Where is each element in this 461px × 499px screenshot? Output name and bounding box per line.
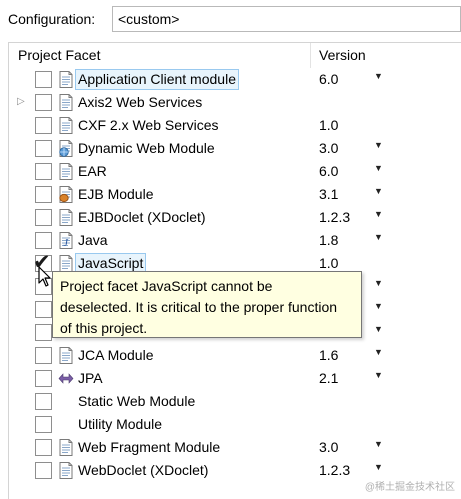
table-row[interactable]: CXF 2.x Web Services 1.0 [9, 114, 461, 137]
column-divider[interactable] [310, 43, 311, 68]
facet-version[interactable]: 6.0 [319, 71, 338, 87]
column-header-project-facet[interactable]: Project Facet [18, 47, 100, 63]
facet-checkbox[interactable] [35, 324, 52, 341]
watermark: @稀土掘金技术社区 [364, 482, 455, 493]
page-icon [59, 347, 73, 364]
facet-version[interactable]: 3.0 [319, 439, 338, 455]
facet-name: Axis2 Web Services [78, 94, 203, 110]
configuration-select[interactable]: <custom> [112, 6, 461, 32]
facet-name: Utility Module [78, 416, 163, 432]
facet-name: Java [78, 232, 108, 248]
version-dropdown-icon[interactable]: ▼ [374, 462, 383, 472]
facet-checkbox[interactable] [35, 301, 52, 318]
facet-name: EAR [78, 163, 107, 179]
table-header: Project Facet Version [9, 43, 461, 68]
table-row[interactable]: JPA 2.1 ▼ [9, 367, 461, 390]
facet-version[interactable]: 3.1 [319, 186, 338, 202]
version-dropdown-icon[interactable]: ▼ [374, 71, 383, 81]
expand-arrow-icon[interactable]: ▷ [17, 96, 27, 108]
page-icon [59, 163, 73, 180]
facet-checkbox[interactable] [35, 416, 52, 433]
facet-checkbox[interactable] [35, 370, 52, 387]
page-icon [59, 462, 73, 479]
page-icon [59, 117, 73, 134]
facet-name: Web Fragment Module [78, 439, 221, 455]
facet-checkbox[interactable] [35, 209, 52, 226]
table-row[interactable]: EAR 6.0 ▼ [9, 160, 461, 183]
facet-checkbox[interactable] [35, 163, 52, 180]
facet-version[interactable]: 1.6 [319, 347, 338, 363]
mouse-cursor-icon [38, 266, 51, 287]
version-dropdown-icon[interactable]: ▼ [374, 209, 383, 219]
version-dropdown-icon[interactable]: ▼ [374, 347, 383, 357]
jpa-icon [58, 373, 74, 384]
table-row[interactable]: EJB Module 3.1 ▼ [9, 183, 461, 206]
version-dropdown-icon[interactable]: ▼ [374, 370, 383, 380]
facet-checkbox[interactable] [35, 71, 52, 88]
version-dropdown-icon[interactable]: ▼ [374, 324, 383, 334]
configuration-label: Configuration: [8, 11, 96, 27]
facet-checkbox[interactable] [35, 232, 52, 249]
facet-version[interactable]: 1.2.3 [319, 462, 350, 478]
facet-checkbox[interactable] [35, 439, 52, 456]
table-row[interactable]: ▷ Axis2 Web Services [9, 91, 461, 114]
facet-name: JCA Module [78, 347, 154, 363]
tooltip-line: Project facet JavaScript cannot be [60, 278, 273, 294]
version-dropdown-icon[interactable]: ▼ [374, 140, 383, 150]
configuration-row: Configuration: <custom> [0, 0, 461, 40]
bean-page-icon [59, 186, 73, 203]
facet-name: Application Client module [75, 69, 239, 90]
facet-name: JPA [78, 370, 103, 386]
facet-name: CXF 2.x Web Services [78, 117, 219, 133]
facet-checkbox[interactable] [35, 393, 52, 410]
table-row[interactable]: Utility Module [9, 413, 461, 436]
page-icon [59, 439, 73, 456]
svg-text:J: J [64, 238, 69, 249]
facet-version[interactable]: 1.2.3 [319, 209, 350, 225]
column-header-version[interactable]: Version [319, 47, 366, 63]
version-dropdown-icon[interactable]: ▼ [374, 186, 383, 196]
facet-name: Static Web Module [78, 393, 196, 409]
table-row[interactable]: JCA Module 1.6 ▼ [9, 344, 461, 367]
globe-page-icon [59, 140, 73, 157]
facet-checkbox[interactable] [35, 347, 52, 364]
facet-name: EJBDoclet (XDoclet) [78, 209, 206, 225]
table-row[interactable]: Application Client module 6.0 ▼ [9, 68, 461, 91]
tooltip-line: deselected. It is critical to the proper… [60, 299, 338, 315]
tooltip-line: of this project. [60, 320, 148, 336]
facet-name: EJB Module [78, 186, 154, 202]
facet-version[interactable]: 2.1 [319, 370, 338, 386]
version-dropdown-icon[interactable]: ▼ [374, 163, 383, 173]
version-dropdown-icon[interactable]: ▼ [374, 278, 383, 288]
version-dropdown-icon[interactable]: ▼ [374, 232, 383, 242]
facet-checkbox[interactable] [35, 117, 52, 134]
facet-version: 1.0 [319, 117, 339, 133]
table-row[interactable]: Web Fragment Module 3.0 ▼ [9, 436, 461, 459]
facet-checkbox[interactable] [35, 462, 52, 479]
facet-version: 1.0 [319, 255, 339, 271]
facet-checkbox[interactable] [35, 140, 52, 157]
facet-checkbox[interactable] [35, 94, 52, 111]
page-icon [59, 209, 73, 226]
facet-version[interactable]: 3.0 [319, 140, 338, 156]
table-row[interactable]: Static Web Module [9, 390, 461, 413]
facet-name: WebDoclet (XDoclet) [78, 462, 209, 478]
tooltip: Project facet JavaScript cannot be desel… [52, 271, 362, 338]
page-icon [59, 71, 73, 88]
page-icon [59, 255, 73, 272]
table-row[interactable]: Dynamic Web Module 3.0 ▼ [9, 137, 461, 160]
version-dropdown-icon[interactable]: ▼ [374, 439, 383, 449]
table-row[interactable]: EJBDoclet (XDoclet) 1.2.3 ▼ [9, 206, 461, 229]
facet-name: Dynamic Web Module [78, 140, 215, 156]
facet-version[interactable]: 6.0 [319, 163, 338, 179]
facet-version[interactable]: 1.8 [319, 232, 338, 248]
java-page-icon: J [59, 232, 73, 249]
version-dropdown-icon[interactable]: ▼ [374, 301, 383, 311]
page-icon [59, 94, 73, 111]
facet-checkbox[interactable] [35, 186, 52, 203]
table-row[interactable]: J Java 1.8 ▼ [9, 229, 461, 252]
